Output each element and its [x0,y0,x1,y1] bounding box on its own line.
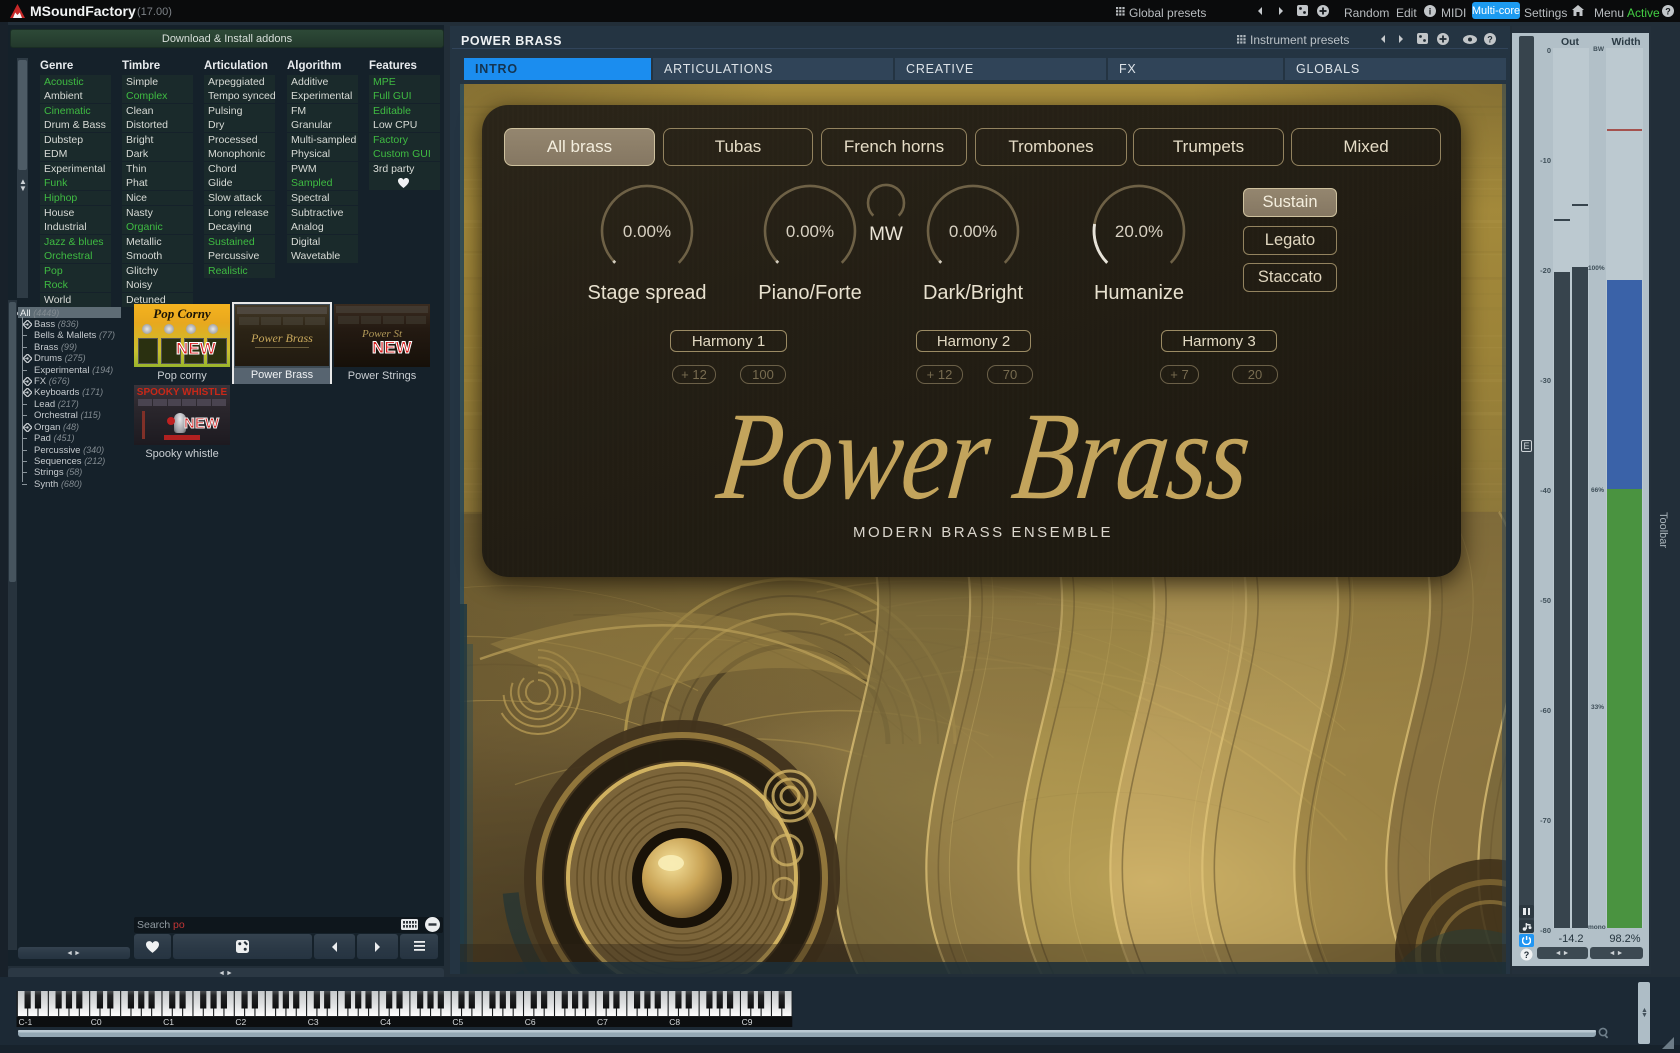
svg-text:?: ? [1524,950,1530,960]
svg-text:C0: C0 [91,1017,102,1027]
svg-text:C2: C2 [235,1017,246,1027]
svg-text:?: ? [1665,6,1671,16]
svg-text:C-1: C-1 [19,1017,33,1027]
svg-text:C3: C3 [308,1017,319,1027]
svg-text:?: ? [1487,34,1493,44]
svg-text:C9: C9 [742,1017,753,1027]
svg-text:i: i [1429,6,1432,16]
svg-text:C5: C5 [452,1017,463,1027]
svg-text:C7: C7 [597,1017,608,1027]
svg-text:C1: C1 [163,1017,174,1027]
svg-text:C4: C4 [380,1017,391,1027]
svg-text:C8: C8 [669,1017,680,1027]
svg-text:C6: C6 [525,1017,536,1027]
